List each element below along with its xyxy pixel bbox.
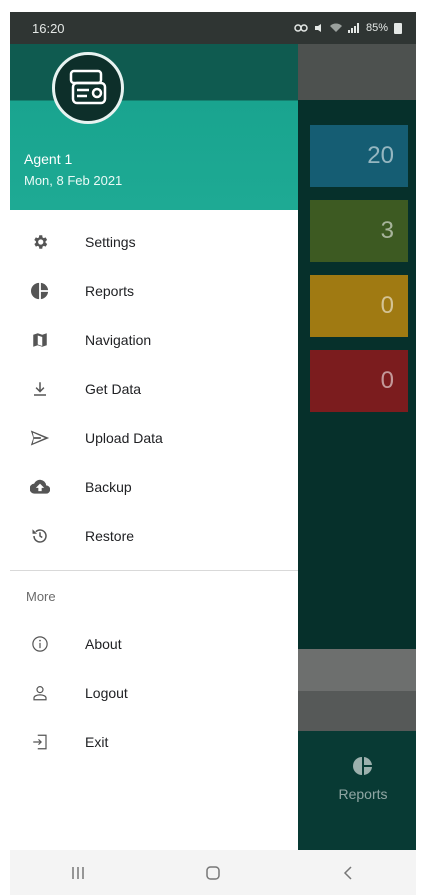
section-title-more: More xyxy=(26,589,56,604)
recents-button[interactable] xyxy=(58,858,98,888)
back-button[interactable] xyxy=(328,858,368,888)
menu-item-label: Settings xyxy=(85,234,136,250)
agent-name: Agent 1 xyxy=(24,151,73,167)
menu-item-reports[interactable]: Reports xyxy=(10,267,298,315)
menu-item-label: Navigation xyxy=(85,332,152,348)
summary-card[interactable]: 20 xyxy=(310,125,408,187)
menu-item-label: Restore xyxy=(85,528,135,544)
menu-item-upload-data[interactable]: Upload Data xyxy=(10,414,298,462)
menu-item-get-data[interactable]: Get Data xyxy=(10,365,298,413)
send-icon xyxy=(30,428,50,448)
menu-item-label: Exit xyxy=(85,734,109,750)
menu-divider xyxy=(10,570,298,571)
status-icons: 85% xyxy=(294,22,402,34)
person-icon xyxy=(30,683,50,703)
drawer-header: Agent 1 Mon, 8 Feb 2021 xyxy=(10,44,298,210)
menu-item-about[interactable]: About xyxy=(10,620,298,668)
menu-item-label: Upload Data xyxy=(85,430,163,446)
menu-item-exit[interactable]: Exit xyxy=(10,718,298,766)
menu-item-settings[interactable]: Settings xyxy=(10,218,298,266)
mute-icon xyxy=(314,24,321,32)
wifi-icon xyxy=(329,23,342,32)
menu-item-logout[interactable]: Logout xyxy=(10,669,298,717)
menu-item-label: About xyxy=(85,636,122,652)
history-icon xyxy=(30,526,50,546)
navigation-drawer: Agent 1 Mon, 8 Feb 2021 Settings Reports… xyxy=(10,44,298,850)
summary-card[interactable]: 0 xyxy=(310,350,408,412)
map-icon xyxy=(30,330,50,350)
menu-item-label: Backup xyxy=(85,479,132,495)
battery-icon xyxy=(394,22,402,34)
home-button[interactable] xyxy=(193,858,233,888)
info-icon xyxy=(30,634,50,654)
menu-item-label: Reports xyxy=(85,283,135,299)
menu-item-backup[interactable]: Backup xyxy=(10,463,298,511)
battery-level: 85% xyxy=(365,22,388,34)
agent-date: Mon, 8 Feb 2021 xyxy=(24,173,123,188)
status-bar: 16:20 85% xyxy=(10,12,416,44)
menu-item-navigation[interactable]: Navigation xyxy=(10,316,298,364)
gear-icon xyxy=(30,232,50,252)
app-logo xyxy=(52,52,124,124)
menu-item-restore[interactable]: Restore xyxy=(10,512,298,560)
summary-card[interactable]: 0 xyxy=(310,275,408,337)
download-icon xyxy=(30,379,50,399)
system-nav-bar xyxy=(10,850,416,895)
tab-reports-label: Reports xyxy=(338,786,388,802)
link-icon xyxy=(294,24,308,32)
exit-icon xyxy=(30,732,50,752)
back-icon xyxy=(344,865,352,880)
tab-reports[interactable]: Reports xyxy=(310,756,416,826)
signal-icon xyxy=(347,23,359,33)
pie-chart-icon xyxy=(30,281,50,301)
menu-item-label: Logout xyxy=(85,685,128,701)
summary-card[interactable]: 3 xyxy=(310,200,408,262)
status-time: 16:20 xyxy=(32,20,65,36)
pie-chart-icon xyxy=(353,757,372,775)
cloud-upload-icon xyxy=(30,477,50,497)
home-icon xyxy=(206,865,220,880)
recents-icon xyxy=(71,866,84,879)
menu-item-label: Get Data xyxy=(85,381,142,397)
id-card-icon xyxy=(69,69,107,105)
